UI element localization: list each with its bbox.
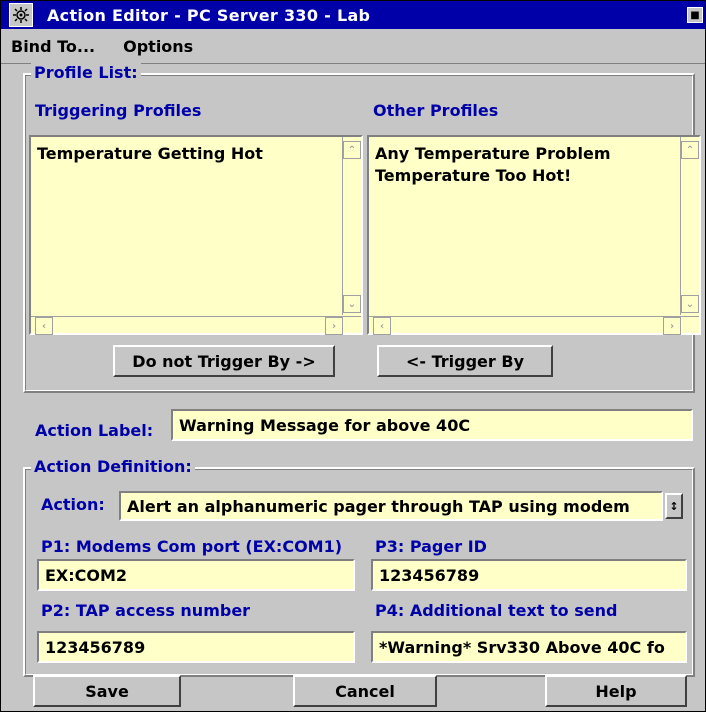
p3-label: P3: Pager ID <box>375 537 487 556</box>
horizontal-scrollbar[interactable]: ‹ › <box>31 316 361 335</box>
vertical-scrollbar[interactable]: ⌃ ⌄ <box>680 137 699 315</box>
other-profiles-label: Other Profiles <box>373 101 499 120</box>
scroll-down-icon[interactable]: ⌄ <box>343 295 361 313</box>
horizontal-scrollbar[interactable]: ‹ › <box>369 316 699 335</box>
cancel-button[interactable]: Cancel <box>293 675 437 707</box>
scroll-right-icon[interactable]: › <box>663 317 681 335</box>
action-caption: Action: <box>41 495 105 514</box>
minimize-icon[interactable]: ■ <box>687 7 703 23</box>
chevron-down-icon[interactable]: ↕ <box>665 493 683 519</box>
triggering-profiles-list[interactable]: Temperature Getting Hot ⌃ ⌄ ‹ › <box>29 135 363 335</box>
other-items: Any Temperature Problem Temperature Too … <box>375 143 611 187</box>
menu-bar: Bind To... Options <box>1 29 705 64</box>
p2-input[interactable]: 123456789 <box>37 631 355 663</box>
scroll-up-icon[interactable]: ⌃ <box>681 141 699 159</box>
menu-bind-to[interactable]: Bind To... <box>11 37 95 56</box>
gear-icon[interactable] <box>9 3 33 27</box>
p3-input[interactable]: 123456789 <box>371 559 687 591</box>
do-not-trigger-by-button[interactable]: Do not Trigger By -> <box>113 345 335 377</box>
menu-options[interactable]: Options <box>123 37 193 56</box>
list-item[interactable]: Any Temperature Problem <box>375 143 611 165</box>
p2-label: P2: TAP access number <box>41 601 251 620</box>
triggering-profiles-label: Triggering Profiles <box>35 101 202 120</box>
action-select[interactable]: Alert an alphanumeric pager through TAP … <box>119 491 663 521</box>
p1-label: P1: Modems Com port (EX:COM1) <box>41 537 343 556</box>
action-definition-label: Action Definition: <box>31 457 195 476</box>
vertical-scrollbar[interactable]: ⌃ ⌄ <box>342 137 361 315</box>
help-button[interactable]: Help <box>545 675 687 707</box>
scroll-up-icon[interactable]: ⌃ <box>343 141 361 159</box>
profile-list-label: Profile List: <box>31 63 141 82</box>
scroll-left-icon[interactable]: ‹ <box>35 317 53 335</box>
save-button[interactable]: Save <box>33 675 181 707</box>
title-bar[interactable]: Action Editor - PC Server 330 - Lab ■ <box>1 1 705 29</box>
scroll-down-icon[interactable]: ⌄ <box>681 295 699 313</box>
list-item[interactable]: Temperature Too Hot! <box>375 165 611 187</box>
action-label-caption: Action Label: <box>35 421 154 440</box>
window-title: Action Editor - PC Server 330 - Lab <box>47 5 371 25</box>
p4-input[interactable]: *Warning* Srv330 Above 40C fo <box>371 631 687 663</box>
p4-label: P4: Additional text to send <box>375 601 618 620</box>
p1-input[interactable]: EX:COM2 <box>37 559 355 591</box>
action-editor-window: Action Editor - PC Server 330 - Lab ■ Bi… <box>0 0 706 712</box>
other-profiles-list[interactable]: Any Temperature Problem Temperature Too … <box>367 135 701 335</box>
scroll-left-icon[interactable]: ‹ <box>373 317 391 335</box>
triggering-items: Temperature Getting Hot <box>37 143 263 165</box>
list-item[interactable]: Temperature Getting Hot <box>37 143 263 165</box>
scroll-right-icon[interactable]: › <box>325 317 343 335</box>
action-label-input[interactable]: Warning Message for above 40C <box>171 409 693 441</box>
trigger-by-button[interactable]: <- Trigger By <box>377 345 553 377</box>
